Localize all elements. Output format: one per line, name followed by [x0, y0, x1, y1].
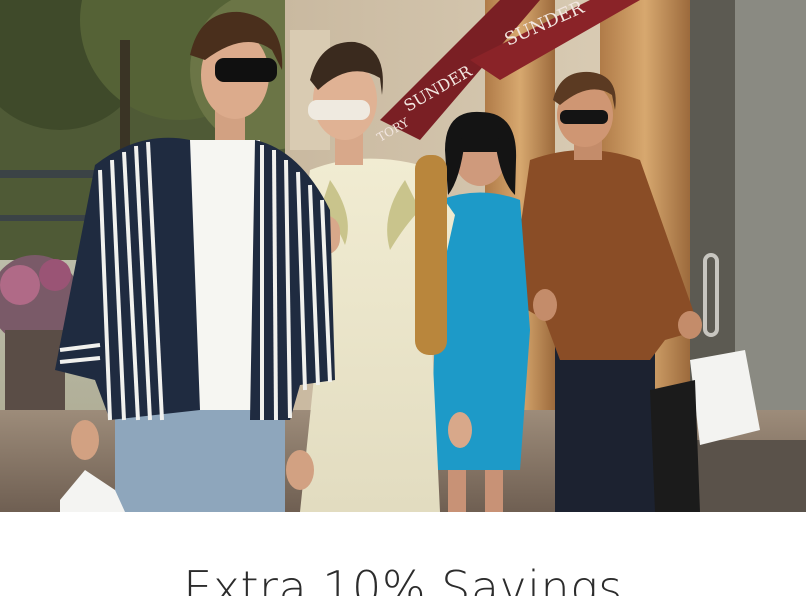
promo-headline: Extra 10% Savings [183, 561, 623, 596]
hero-photo: SUNDER SUNDER TORY [0, 0, 806, 512]
hero-banner-image[interactable]: SUNDER SUNDER TORY [0, 0, 806, 512]
promo-page: SUNDER SUNDER TORY Extra 10% Savings [0, 0, 806, 596]
